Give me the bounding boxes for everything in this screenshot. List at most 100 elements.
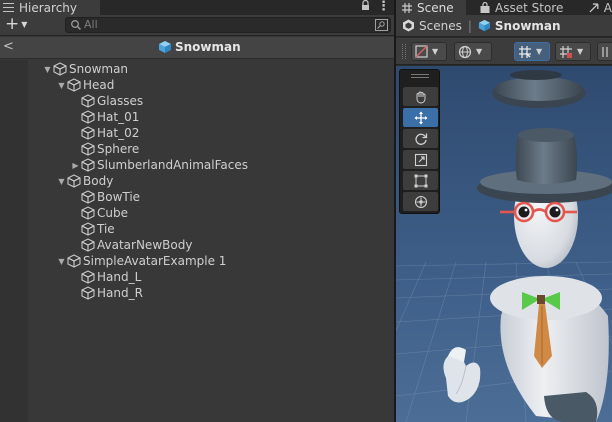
- hierarchy-tabbar: Hierarchy ⋮: [0, 0, 394, 15]
- hand-tool-button[interactable]: [403, 87, 438, 106]
- view-options-dropdown[interactable]: ▼: [454, 42, 492, 61]
- chevron-down-icon: ▼: [21, 20, 28, 29]
- rect-tool-icon: [414, 174, 427, 187]
- search-icon: [71, 20, 82, 31]
- tab-asset-store[interactable]: Asset Store: [479, 0, 575, 15]
- breadcrumb-separator: |: [467, 18, 472, 33]
- breadcrumb-snowman[interactable]: Snowman: [478, 19, 561, 33]
- gameobject-cube-icon: [81, 206, 95, 220]
- hierarchy-row-label: Hat_01: [97, 110, 140, 124]
- gameobject-cube-icon: [81, 94, 95, 108]
- expand-arrow-icon[interactable]: ▼: [56, 173, 67, 189]
- arrow-spacer: [70, 237, 81, 253]
- arrow-spacer: [70, 141, 81, 157]
- hierarchy-tree: ▼ Snowman ▼ Head Glasses Hat_01 Hat_02 Sphere ▶ S…: [28, 60, 394, 422]
- hierarchy-toolbar: + ▼ All: [0, 15, 394, 36]
- increment-snap-dropdown[interactable]: ▼: [555, 42, 591, 61]
- hierarchy-row[interactable]: ▼ Head: [56, 77, 114, 93]
- hierarchy-row-label: Tie: [97, 222, 115, 236]
- lock-icon[interactable]: [360, 0, 370, 14]
- prefab-cube-icon: [159, 41, 171, 53]
- bag-icon: [480, 1, 490, 13]
- scene-toolbar: ▼ ▼ ▼ ▼: [396, 38, 612, 65]
- transform-tool-icon: [414, 195, 427, 208]
- scene-title-label: Snowman: [175, 40, 241, 54]
- grid-snap-icon: [519, 45, 531, 58]
- hierarchy-row-label: SlumberlandAnimalFaces: [97, 158, 249, 172]
- rect-tool-button[interactable]: [403, 171, 438, 190]
- grid-icon: [402, 2, 412, 13]
- back-chevron-icon[interactable]: <: [3, 39, 14, 55]
- add-object-button[interactable]: + ▼: [2, 16, 30, 33]
- tab-animation[interactable]: A: [588, 0, 612, 15]
- hierarchy-row[interactable]: AvatarNewBody: [70, 237, 192, 253]
- chevron-down-icon: ▼: [536, 47, 543, 56]
- hierarchy-row-label: Hand_R: [97, 286, 143, 300]
- gameobject-cube-icon: [81, 238, 95, 252]
- increment-snap-icon: [560, 45, 572, 58]
- hierarchy-row-label: Sphere: [97, 142, 140, 156]
- hierarchy-row[interactable]: ▼ Snowman: [42, 61, 128, 77]
- arrow-spacer: [70, 93, 81, 109]
- arrow-spacer: [70, 109, 81, 125]
- hierarchy-row[interactable]: Glasses: [70, 93, 143, 109]
- hierarchy-row-label: Body: [83, 174, 114, 188]
- hierarchy-row[interactable]: Hat_01: [70, 109, 139, 125]
- hierarchy-row-label: Glasses: [97, 94, 144, 108]
- grid-snap-toggle[interactable]: ▼: [514, 42, 550, 61]
- scene-toolbar-overflow[interactable]: [597, 42, 612, 61]
- gameobject-cube-icon: [81, 286, 95, 300]
- hierarchy-row[interactable]: Tie: [70, 221, 115, 237]
- scene-title: Snowman: [158, 40, 241, 54]
- hierarchy-row-label: AvatarNewBody: [97, 238, 193, 252]
- transform-tool-button[interactable]: [403, 192, 438, 211]
- hand-tool-icon: [416, 91, 425, 104]
- tab-animation-label: A: [603, 0, 612, 15]
- tab-hierarchy[interactable]: Hierarchy: [0, 0, 100, 15]
- hierarchy-row[interactable]: BowTie: [70, 189, 140, 205]
- toolbar-grip[interactable]: [402, 44, 406, 59]
- gameobject-cube-icon: [53, 62, 67, 76]
- draw-mode-dropdown[interactable]: ▼: [411, 42, 447, 61]
- scene-tabbar: Scene Asset Store A: [396, 0, 612, 15]
- animation-icon: [589, 2, 599, 12]
- chevron-down-icon: ▼: [476, 47, 483, 56]
- arrow-spacer: [70, 269, 81, 285]
- list-icon: [3, 3, 14, 12]
- more-options-icon[interactable]: ⋮: [377, 0, 390, 14]
- expand-arrow-icon[interactable]: ▼: [56, 253, 67, 269]
- hierarchy-panel: Hierarchy ⋮ + ▼ All < Snowman ▼Snowman: [0, 0, 394, 422]
- scene-viewport[interactable]: [396, 66, 612, 422]
- arrow-spacer: [70, 189, 81, 205]
- gameobject-cube-icon: [81, 126, 95, 140]
- breadcrumb-scenes[interactable]: Scenes: [402, 19, 462, 33]
- search-by-type-icon[interactable]: [375, 19, 388, 31]
- hierarchy-row-label: Snowman: [69, 62, 129, 76]
- tab-scene[interactable]: Scene: [396, 0, 466, 15]
- hierarchy-row-label: Cube: [97, 206, 128, 220]
- hierarchy-row[interactable]: Hand_R: [70, 285, 143, 301]
- hierarchy-row[interactable]: Sphere: [70, 141, 139, 157]
- search-placeholder: All: [84, 18, 98, 31]
- tab-asset-store-label: Asset Store: [495, 0, 564, 15]
- tools-overlay: [399, 69, 440, 214]
- hierarchy-row-label: Head: [83, 78, 115, 92]
- hierarchy-row[interactable]: Hat_02: [70, 125, 139, 141]
- breadcrumb: Scenes | Snowman: [396, 15, 612, 37]
- scale-tool-icon: [414, 153, 427, 166]
- expand-arrow-icon[interactable]: ▼: [56, 77, 67, 93]
- hierarchy-row[interactable]: ▶ SlumberlandAnimalFaces: [70, 157, 248, 173]
- rotate-tool-button[interactable]: [403, 129, 438, 148]
- expand-arrow-icon[interactable]: ▼: [42, 61, 53, 77]
- hierarchy-row[interactable]: ▼ Body: [56, 173, 113, 189]
- tools-grip[interactable]: [411, 74, 429, 78]
- move-tool-button[interactable]: [403, 108, 438, 127]
- chevron-down-icon: ▼: [577, 47, 584, 56]
- scale-tool-button[interactable]: [403, 150, 438, 169]
- search-field[interactable]: All: [65, 17, 391, 33]
- hierarchy-row[interactable]: Cube: [70, 205, 128, 221]
- hierarchy-row[interactable]: Hand_L: [70, 269, 141, 285]
- draw-mode-icon: [415, 45, 428, 58]
- hierarchy-row[interactable]: ▼ SimpleAvatarExample 1: [56, 253, 226, 269]
- collapsed-arrow-icon[interactable]: ▶: [70, 157, 81, 173]
